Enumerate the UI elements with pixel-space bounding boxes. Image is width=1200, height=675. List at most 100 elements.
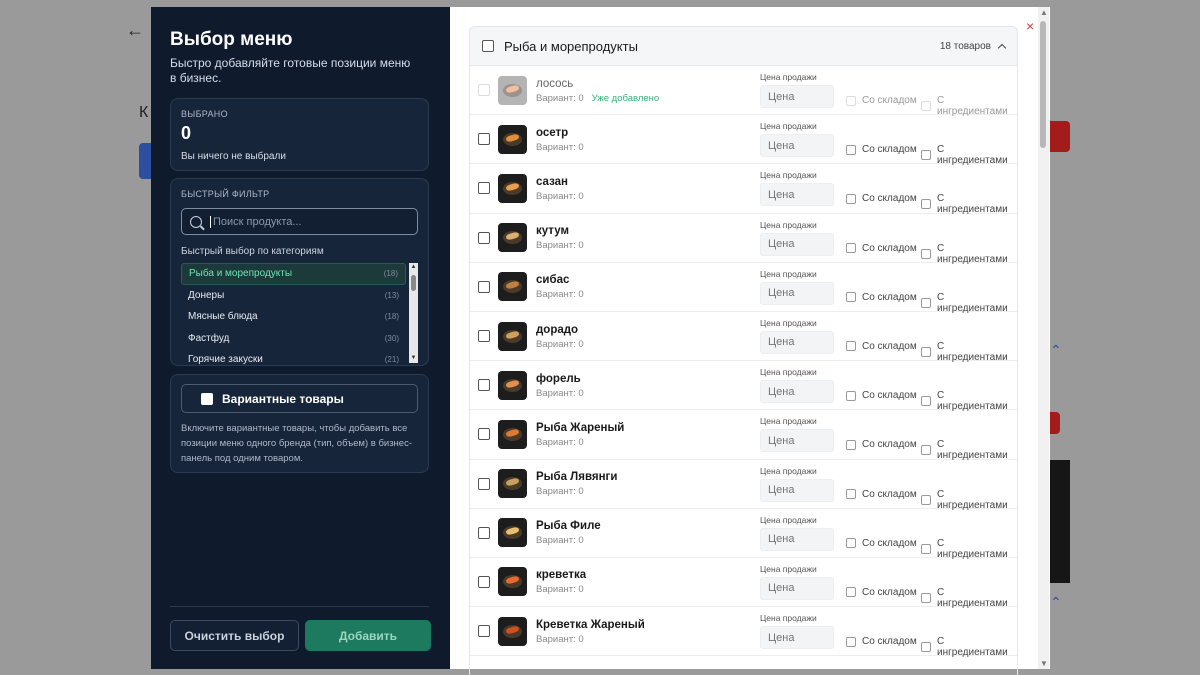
scroll-up-icon[interactable]: ▲ <box>1040 8 1048 17</box>
with-stock-checkbox[interactable] <box>846 538 856 549</box>
chevron-up-icon[interactable] <box>997 43 1007 52</box>
product-checkbox[interactable] <box>478 280 490 293</box>
scroll-down-icon[interactable]: ▼ <box>409 354 418 363</box>
category-item[interactable]: Фастфуд (30) <box>181 328 406 350</box>
product-checkbox[interactable] <box>478 428 490 441</box>
search-box[interactable] <box>181 208 418 235</box>
price-input[interactable] <box>760 478 834 502</box>
with-stock-option[interactable]: Со складом <box>846 636 917 647</box>
scroll-up-icon[interactable]: ▲ <box>409 263 418 272</box>
category-item[interactable]: Рыба и морепродукты (18) <box>181 263 406 285</box>
with-ingredients-checkbox[interactable] <box>921 445 931 456</box>
with-ingredients-checkbox[interactable] <box>921 297 931 308</box>
with-ingredients-option[interactable]: С ингредиентами <box>921 636 1017 658</box>
with-stock-checkbox[interactable] <box>846 243 856 254</box>
with-ingredients-option[interactable]: С ингредиентами <box>921 193 1017 215</box>
with-stock-checkbox[interactable] <box>846 292 856 303</box>
with-ingredients-option[interactable]: С ингредиентами <box>921 489 1017 511</box>
with-stock-option[interactable]: Со складом <box>846 144 917 155</box>
variant-toggle[interactable]: Вариантные товары <box>181 384 418 413</box>
product-image <box>498 75 527 105</box>
product-checkbox[interactable] <box>478 182 490 195</box>
with-stock-option: Со складом <box>846 95 917 106</box>
with-ingredients-checkbox[interactable] <box>921 150 931 161</box>
category-item[interactable]: Донеры (13) <box>181 285 406 307</box>
with-stock-option[interactable]: Со складом <box>846 292 917 303</box>
product-checkbox[interactable] <box>478 133 490 146</box>
product-checkbox[interactable] <box>478 625 490 638</box>
with-stock-checkbox[interactable] <box>846 193 856 204</box>
with-stock-option[interactable]: Со складом <box>846 439 917 450</box>
scrollbar-thumb[interactable] <box>411 275 416 291</box>
with-ingredients-checkbox[interactable] <box>921 248 931 259</box>
with-ingredients-option[interactable]: С ингредиентами <box>921 587 1017 609</box>
with-stock-option[interactable]: Со складом <box>846 193 917 204</box>
with-stock-checkbox[interactable] <box>846 439 856 450</box>
price-input[interactable] <box>760 232 834 256</box>
price-input[interactable] <box>760 527 834 551</box>
price-input[interactable] <box>760 380 834 404</box>
scrollbar-thumb[interactable] <box>1040 21 1046 148</box>
background-red-button <box>1048 121 1070 152</box>
category-item[interactable]: Мясные блюда (18) <box>181 306 406 328</box>
with-ingredients-option[interactable]: С ингредиентами <box>921 144 1017 166</box>
clear-selection-button[interactable]: Очистить выбор <box>170 620 299 651</box>
with-stock-checkbox[interactable] <box>846 390 856 401</box>
with-stock-option[interactable]: Со складом <box>846 587 917 598</box>
product-list: лосось Вариант: 0 Уже добавлено Цена прод… <box>470 66 1017 658</box>
price-input[interactable] <box>760 576 834 600</box>
price-input[interactable] <box>760 134 834 158</box>
with-stock-option[interactable]: Со складом <box>846 489 917 500</box>
price-input[interactable] <box>760 429 834 453</box>
with-ingredients-option[interactable]: С ингредиентами <box>921 292 1017 314</box>
price-input[interactable] <box>760 281 834 305</box>
product-checkbox[interactable] <box>478 575 490 588</box>
category-header[interactable]: Рыба и морепродукты 18 товаров <box>470 27 1017 66</box>
scroll-down-icon[interactable]: ▼ <box>1040 659 1048 668</box>
product-checkbox[interactable] <box>478 477 490 490</box>
product-checkbox[interactable] <box>478 330 490 343</box>
add-button[interactable]: Добавить <box>305 620 431 651</box>
with-ingredients-option[interactable]: С ингредиентами <box>921 538 1017 560</box>
with-ingredients-checkbox[interactable] <box>921 642 931 653</box>
with-stock-checkbox[interactable] <box>846 587 856 598</box>
category-item[interactable]: Горячие закуски (21) <box>181 349 406 367</box>
with-stock-option[interactable]: Со складом <box>846 341 917 352</box>
product-variant: Вариант: 0 <box>536 535 584 547</box>
with-stock-checkbox[interactable] <box>846 636 856 647</box>
product-info: осетр Вариант: 0 <box>536 126 756 153</box>
with-stock-option[interactable]: Со складом <box>846 390 917 401</box>
with-ingredients-checkbox[interactable] <box>921 346 931 357</box>
variant-checkbox[interactable] <box>201 392 213 405</box>
with-ingredients-option[interactable]: С ингредиентами <box>921 341 1017 363</box>
with-stock-label: Со складом <box>862 488 917 500</box>
category-select-all-checkbox[interactable] <box>482 40 494 52</box>
product-info: дорадо Вариант: 0 <box>536 323 756 350</box>
category-scrollbar[interactable]: ▲ ▼ <box>409 263 418 363</box>
with-ingredients-option[interactable]: С ингредиентами <box>921 243 1017 265</box>
product-checkbox[interactable] <box>478 526 490 539</box>
close-icon[interactable]: × <box>1026 18 1034 34</box>
with-stock-option[interactable]: Со складом <box>846 538 917 549</box>
price-input[interactable] <box>760 330 834 354</box>
with-stock-checkbox[interactable] <box>846 341 856 352</box>
with-ingredients-checkbox[interactable] <box>921 494 931 505</box>
variant-label: Вариантные товары <box>222 391 344 406</box>
with-ingredients-checkbox[interactable] <box>921 199 931 210</box>
main-scrollbar[interactable]: ▲ ▼ <box>1038 7 1049 669</box>
price-input[interactable] <box>760 183 834 207</box>
with-ingredients-checkbox[interactable] <box>921 592 931 603</box>
search-input[interactable] <box>210 215 409 228</box>
product-checkbox[interactable] <box>478 231 490 244</box>
price-input[interactable] <box>760 626 834 650</box>
filter-label: БЫСТРЫЙ ФИЛЬТР <box>181 189 270 199</box>
with-ingredients-checkbox[interactable] <box>921 543 931 554</box>
with-stock-option[interactable]: Со складом <box>846 243 917 254</box>
with-stock-checkbox[interactable] <box>846 489 856 499</box>
product-meta: Вариант: 0 <box>536 634 756 645</box>
with-stock-checkbox[interactable] <box>846 144 856 155</box>
product-checkbox[interactable] <box>478 379 490 392</box>
with-ingredients-option[interactable]: С ингредиентами <box>921 390 1017 412</box>
with-ingredients-checkbox[interactable] <box>921 396 931 407</box>
with-ingredients-option[interactable]: С ингредиентами <box>921 439 1017 461</box>
